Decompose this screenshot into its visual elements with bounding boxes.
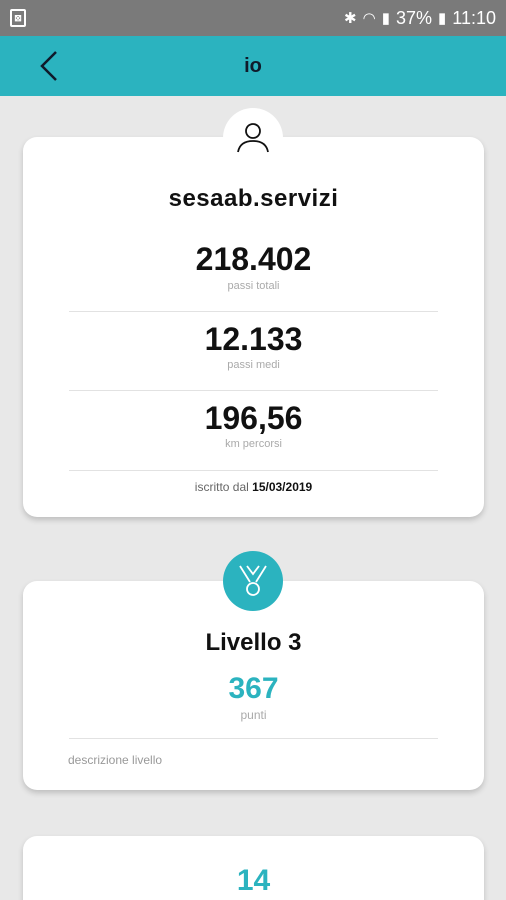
steps-card[interactable]: 14 (23, 836, 484, 900)
steps-card-value: 14 (236, 864, 271, 897)
username: sesaab.servizi (168, 185, 339, 212)
level-points: 367 (228, 672, 279, 705)
stat-avg-steps-label: passi medi (227, 359, 280, 371)
bluetooth-icon: ✱ (344, 10, 357, 27)
joined-date: 15/03/2019 (252, 480, 313, 494)
avatar (223, 108, 283, 168)
stat-total-steps-value: 218.402 (195, 241, 312, 277)
level-badge (223, 551, 283, 611)
signal-icon: ▮ (381, 10, 390, 27)
battery-icon: ▮ (438, 10, 447, 27)
divider (69, 470, 438, 471)
joined-info: iscritto dal 15/03/2019 (23, 480, 484, 494)
user-icon (237, 123, 269, 153)
wifi-icon: ◠ (362, 10, 376, 27)
stat-total-steps-label: passi totali (227, 280, 280, 292)
joined-label: iscritto dal (194, 480, 249, 494)
level-title: Livello 3 (205, 629, 302, 656)
level-points-label: punti (240, 708, 267, 722)
profile-card: sesaab.servizi 218.402 passi totali 12.1… (23, 137, 484, 517)
stat-km-value: 196,56 (204, 400, 303, 436)
status-bar: ⊠ ✱ ◠ ▮ 37% ▮ 11:10 (0, 0, 506, 36)
status-icons: ✱ ◠ ▮ 37% ▮ 11:10 (344, 0, 496, 36)
stat-avg-steps-value: 12.133 (204, 321, 303, 357)
clock: 11:10 (452, 7, 496, 28)
stat-km-label: km percorsi (225, 438, 282, 450)
divider (69, 390, 438, 391)
app-bar: io (0, 36, 506, 96)
notification-icon: ⊠ (10, 9, 26, 27)
level-description: descrizione livello (68, 753, 163, 767)
level-card[interactable]: Livello 3 367 punti descrizione livello (23, 581, 484, 790)
battery-percent: 37% (395, 7, 433, 28)
divider (69, 738, 438, 739)
page-title: io (244, 55, 262, 77)
divider (69, 311, 438, 312)
medal-icon (239, 565, 267, 596)
